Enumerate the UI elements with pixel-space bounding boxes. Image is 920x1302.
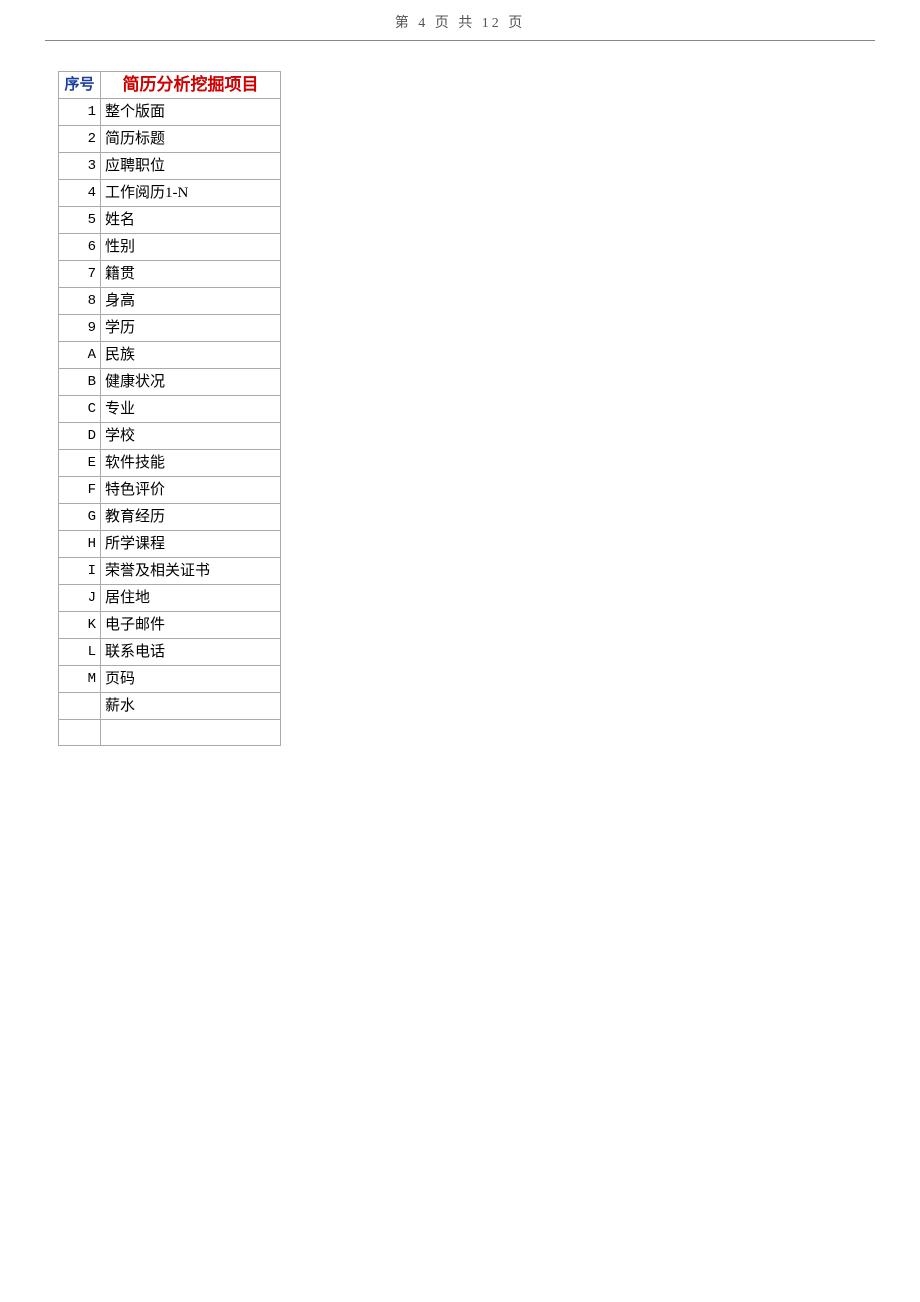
table-row: G教育经历: [59, 504, 281, 531]
cell-seq: 7: [59, 261, 101, 288]
cell-seq: F: [59, 477, 101, 504]
header-item: 简历分析挖掘项目: [101, 72, 281, 99]
cell-item: 学校: [101, 423, 281, 450]
table-row: 3应聘职位: [59, 153, 281, 180]
table-row: 薪水: [59, 693, 281, 720]
cell-item: 所学课程: [101, 531, 281, 558]
cell-seq: B: [59, 369, 101, 396]
cell-item: 居住地: [101, 585, 281, 612]
cell-seq: L: [59, 639, 101, 666]
header-seq: 序号: [59, 72, 101, 99]
cell-seq: [59, 720, 101, 746]
cell-item: 页码: [101, 666, 281, 693]
cell-item: [101, 720, 281, 746]
cell-item: 联系电话: [101, 639, 281, 666]
cell-item: 整个版面: [101, 99, 281, 126]
cell-seq: H: [59, 531, 101, 558]
cell-seq: 5: [59, 207, 101, 234]
cell-seq: 4: [59, 180, 101, 207]
page-header: 第 4 页 共 12 页: [0, 0, 920, 40]
cell-item: 身高: [101, 288, 281, 315]
table-row: 5姓名: [59, 207, 281, 234]
table-row: E软件技能: [59, 450, 281, 477]
table-body: 1整个版面2简历标题3应聘职位4工作阅历1-N5姓名6性别7籍贯8身高9学历A民…: [59, 99, 281, 746]
cell-item: 姓名: [101, 207, 281, 234]
cell-seq: 8: [59, 288, 101, 315]
cell-seq: 1: [59, 99, 101, 126]
cell-seq: M: [59, 666, 101, 693]
cell-seq: 9: [59, 315, 101, 342]
table-row: H所学课程: [59, 531, 281, 558]
table-row: J居住地: [59, 585, 281, 612]
cell-seq: C: [59, 396, 101, 423]
cell-item: 健康状况: [101, 369, 281, 396]
cell-item: 电子邮件: [101, 612, 281, 639]
cell-item: 特色评价: [101, 477, 281, 504]
table-row: 6性别: [59, 234, 281, 261]
table-row: 7籍贯: [59, 261, 281, 288]
cell-item: 学历: [101, 315, 281, 342]
table-row: L联系电话: [59, 639, 281, 666]
cell-seq: 3: [59, 153, 101, 180]
table-row: M页码: [59, 666, 281, 693]
table-row: 2简历标题: [59, 126, 281, 153]
cell-item: 应聘职位: [101, 153, 281, 180]
content-area: 序号 简历分析挖掘项目 1整个版面2简历标题3应聘职位4工作阅历1-N5姓名6性…: [0, 41, 920, 746]
cell-seq: I: [59, 558, 101, 585]
cell-item: 工作阅历1-N: [101, 180, 281, 207]
cell-seq: 2: [59, 126, 101, 153]
cell-seq: 6: [59, 234, 101, 261]
resume-analysis-table: 序号 简历分析挖掘项目 1整个版面2简历标题3应聘职位4工作阅历1-N5姓名6性…: [58, 71, 281, 746]
table-row: B健康状况: [59, 369, 281, 396]
page-number-text: 第 4 页 共 12 页: [395, 16, 526, 31]
cell-seq: [59, 693, 101, 720]
cell-item: 简历标题: [101, 126, 281, 153]
table-row: D学校: [59, 423, 281, 450]
table-row: K电子邮件: [59, 612, 281, 639]
cell-item: 软件技能: [101, 450, 281, 477]
cell-item: 性别: [101, 234, 281, 261]
cell-seq: D: [59, 423, 101, 450]
table-row: A民族: [59, 342, 281, 369]
table-row: I荣誉及相关证书: [59, 558, 281, 585]
cell-item: 专业: [101, 396, 281, 423]
table-row: [59, 720, 281, 746]
cell-item: 教育经历: [101, 504, 281, 531]
table-row: 1整个版面: [59, 99, 281, 126]
cell-item: 薪水: [101, 693, 281, 720]
table-row: C专业: [59, 396, 281, 423]
cell-item: 荣誉及相关证书: [101, 558, 281, 585]
cell-seq: J: [59, 585, 101, 612]
table-row: 9学历: [59, 315, 281, 342]
cell-item: 籍贯: [101, 261, 281, 288]
cell-seq: G: [59, 504, 101, 531]
table-row: F特色评价: [59, 477, 281, 504]
cell-item: 民族: [101, 342, 281, 369]
cell-seq: K: [59, 612, 101, 639]
table-header-row: 序号 简历分析挖掘项目: [59, 72, 281, 99]
cell-seq: E: [59, 450, 101, 477]
table-row: 8身高: [59, 288, 281, 315]
cell-seq: A: [59, 342, 101, 369]
table-row: 4工作阅历1-N: [59, 180, 281, 207]
